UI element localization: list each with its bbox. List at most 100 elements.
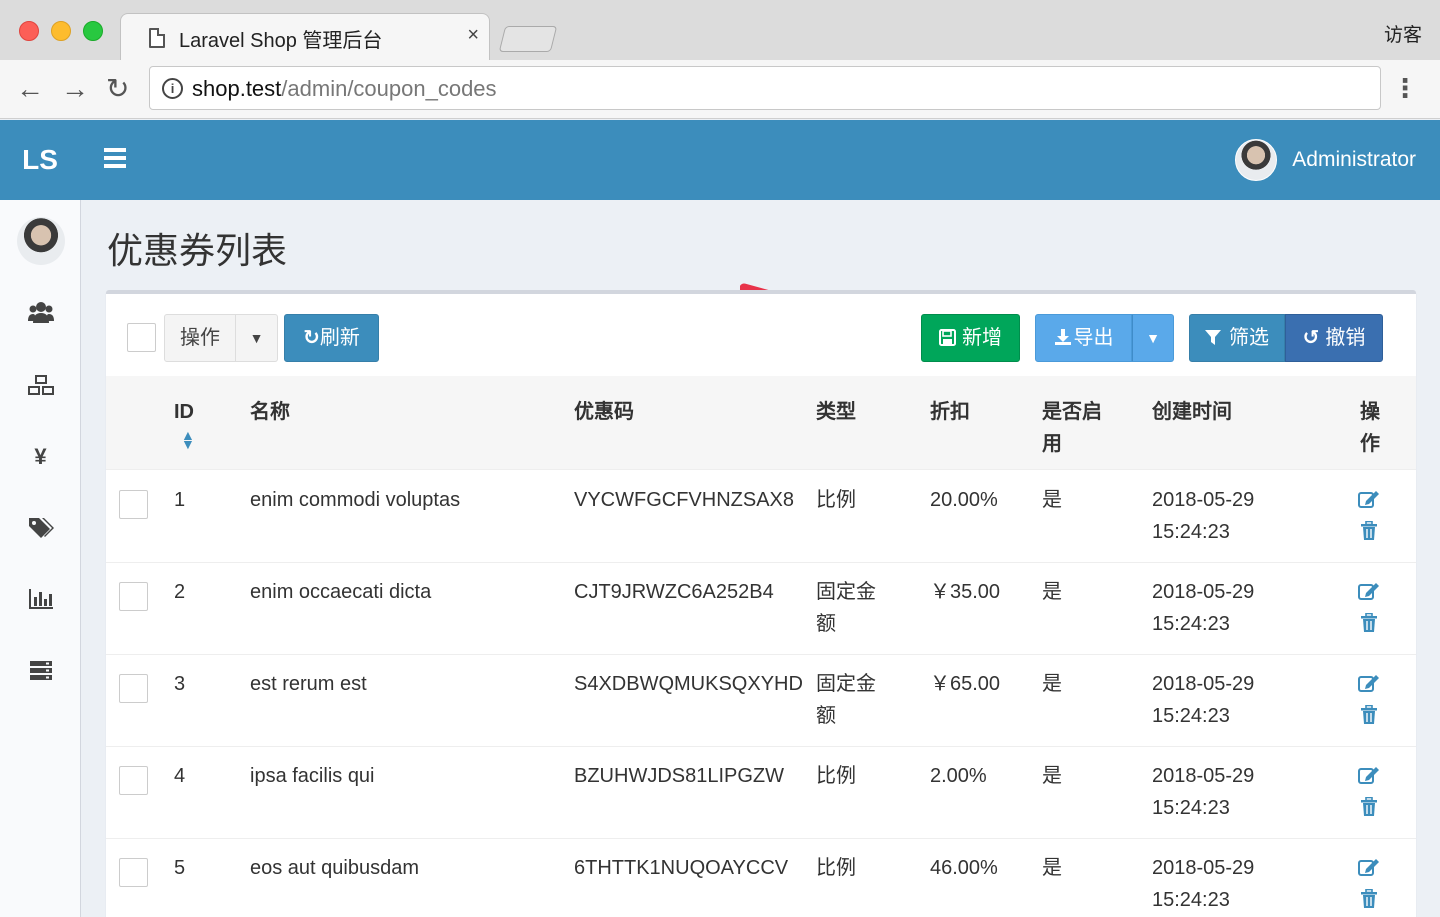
new-tab-button[interactable]: [498, 26, 558, 52]
row-checkbox[interactable]: [119, 490, 148, 519]
column-header-created: 创建时间: [1152, 401, 1232, 423]
sort-icon[interactable]: ▲ ▼: [181, 428, 195, 451]
row-checkbox[interactable]: [119, 582, 148, 611]
url-path: /admin/coupon_codes: [281, 76, 497, 101]
column-header-id[interactable]: ID: [174, 396, 194, 428]
cell-discount: 46.00%: [930, 857, 998, 879]
reload-icon[interactable]: ↻: [106, 74, 129, 104]
cell-created: 2018-05-29 15:24:23: [1152, 668, 1254, 732]
batch-actions-dropdown[interactable]: ▼: [236, 314, 278, 362]
back-icon[interactable]: ←: [16, 74, 44, 104]
table-row: 3 est rerum est S4XDBWQMUKSQXYHD 固定金 额 ￥…: [106, 655, 1416, 747]
cell-code: S4XDBWQMUKSQXYHD: [574, 673, 803, 695]
cell-id: 5: [174, 857, 186, 879]
tab-close-icon[interactable]: ×: [467, 24, 479, 47]
cell-enabled: 是: [1042, 673, 1062, 695]
cell-discount: 20.00%: [930, 489, 998, 511]
table-row: 5 eos aut quibusdam 6THTTK1NUQOAYCCV 比例 …: [106, 839, 1416, 917]
cell-type: 固定金 额: [816, 576, 876, 640]
select-all-checkbox[interactable]: [127, 323, 156, 352]
cell-type-line1: 比例: [816, 489, 856, 511]
server-icon[interactable]: [0, 660, 81, 689]
user-menu[interactable]: Administrator: [1235, 138, 1416, 182]
cell-name: est rerum est: [250, 673, 367, 695]
cell-created: 2018-05-29 15:24:23: [1152, 760, 1254, 824]
info-icon[interactable]: i: [162, 78, 183, 99]
cell-type: 比例: [816, 852, 856, 884]
minimize-window-button[interactable]: [51, 21, 71, 41]
column-header-enabled-line1: 是否启: [1042, 401, 1102, 423]
cell-name: enim commodi voluptas: [250, 489, 461, 511]
batch-actions-button[interactable]: 操作: [164, 314, 236, 362]
cell-code: BZUHWJDS81LIPGZW: [574, 765, 785, 787]
edit-icon[interactable]: [1358, 673, 1380, 699]
trash-icon[interactable]: [1360, 520, 1378, 547]
cell-type: 比例: [816, 760, 856, 792]
filter-button[interactable]: 筛选: [1189, 314, 1285, 362]
refresh-button[interactable]: ↻刷新: [284, 314, 379, 362]
bar-chart-icon[interactable]: [0, 588, 81, 617]
row-checkbox[interactable]: [119, 766, 148, 795]
filter-label: 筛选: [1229, 327, 1269, 349]
page-title: 优惠券列表: [107, 230, 288, 271]
forward-icon[interactable]: →: [61, 74, 89, 104]
browser-tab-bar: Laravel Shop 管理后台 × 访客: [0, 0, 1440, 61]
reset-button[interactable]: ↺ 撤销: [1285, 314, 1383, 362]
cell-date: 2018-05-29: [1152, 489, 1255, 511]
edit-icon[interactable]: [1358, 765, 1380, 791]
row-checkbox[interactable]: [119, 674, 148, 703]
trash-icon[interactable]: [1360, 612, 1378, 639]
admin-header: LS Administrator: [0, 120, 1440, 200]
tags-icon[interactable]: [0, 516, 81, 545]
browser-menu-icon[interactable]: ⋮: [1392, 74, 1418, 102]
cell-code: 6THTTK1NUQOAYCCV: [574, 857, 789, 879]
edit-icon[interactable]: [1358, 581, 1380, 607]
new-button[interactable]: 新增: [921, 314, 1020, 362]
trash-icon[interactable]: [1360, 888, 1378, 915]
logo[interactable]: LS: [0, 120, 80, 200]
cell-id: 4: [174, 765, 186, 787]
edit-icon[interactable]: [1358, 489, 1380, 515]
trash-icon[interactable]: [1360, 704, 1378, 731]
profile-label[interactable]: 访客: [1384, 20, 1422, 47]
cell-date: 2018-05-29: [1152, 673, 1255, 695]
table-row: 4 ipsa facilis qui BZUHWJDS81LIPGZW 比例 2…: [106, 747, 1416, 839]
url-input[interactable]: i shop.test/admin/coupon_codes: [149, 66, 1381, 110]
cell-id: 1: [174, 489, 186, 511]
table-header: ID ▲ ▼ 名称 优惠码 类型 折扣 是否启 用 创建时间 操 作: [106, 376, 1416, 470]
page-icon: [149, 28, 165, 48]
users-icon[interactable]: [0, 301, 81, 330]
cell-type: 固定金 额: [816, 668, 876, 732]
edit-icon[interactable]: [1358, 857, 1380, 883]
export-dropdown[interactable]: ▼: [1132, 314, 1174, 362]
table-row: 1 enim commodi voluptas VYCWFGCFVHNZSAX8…: [106, 471, 1416, 563]
cubes-icon[interactable]: [0, 374, 81, 403]
menu-toggle-icon[interactable]: [104, 148, 126, 170]
column-header-enabled: 是否启 用: [1042, 396, 1102, 460]
cell-discount: ￥35.00: [930, 581, 1001, 603]
export-button[interactable]: 导出: [1035, 314, 1132, 362]
maximize-window-button[interactable]: [83, 21, 103, 41]
row-checkbox[interactable]: [119, 858, 148, 887]
column-header-enabled-line2: 用: [1042, 433, 1062, 455]
cell-type-line1: 比例: [816, 857, 856, 879]
refresh-icon: ↻: [303, 327, 320, 349]
cell-type-line2: 额: [816, 613, 836, 635]
column-header-name: 名称: [250, 401, 290, 423]
cell-enabled: 是: [1042, 581, 1062, 603]
table-row: 2 enim occaecati dicta CJT9JRWZC6A252B4 …: [106, 563, 1416, 655]
cell-type: 比例: [816, 484, 856, 516]
close-window-button[interactable]: [19, 21, 39, 41]
yen-icon[interactable]: ¥: [0, 444, 81, 470]
cell-time: 15:24:23: [1152, 521, 1230, 543]
browser-tab[interactable]: Laravel Shop 管理后台 ×: [120, 13, 490, 61]
cell-date: 2018-05-29: [1152, 857, 1255, 879]
new-label: 新增: [962, 327, 1002, 349]
cell-id: 3: [174, 673, 186, 695]
cell-code: CJT9JRWZC6A252B4: [574, 581, 774, 603]
cell-created: 2018-05-29 15:24:23: [1152, 852, 1254, 916]
column-header-action: 操 作: [1360, 396, 1380, 460]
trash-icon[interactable]: [1360, 796, 1378, 823]
cell-name: eos aut quibusdam: [250, 857, 420, 879]
caret-down-icon: ▼: [1146, 330, 1160, 346]
